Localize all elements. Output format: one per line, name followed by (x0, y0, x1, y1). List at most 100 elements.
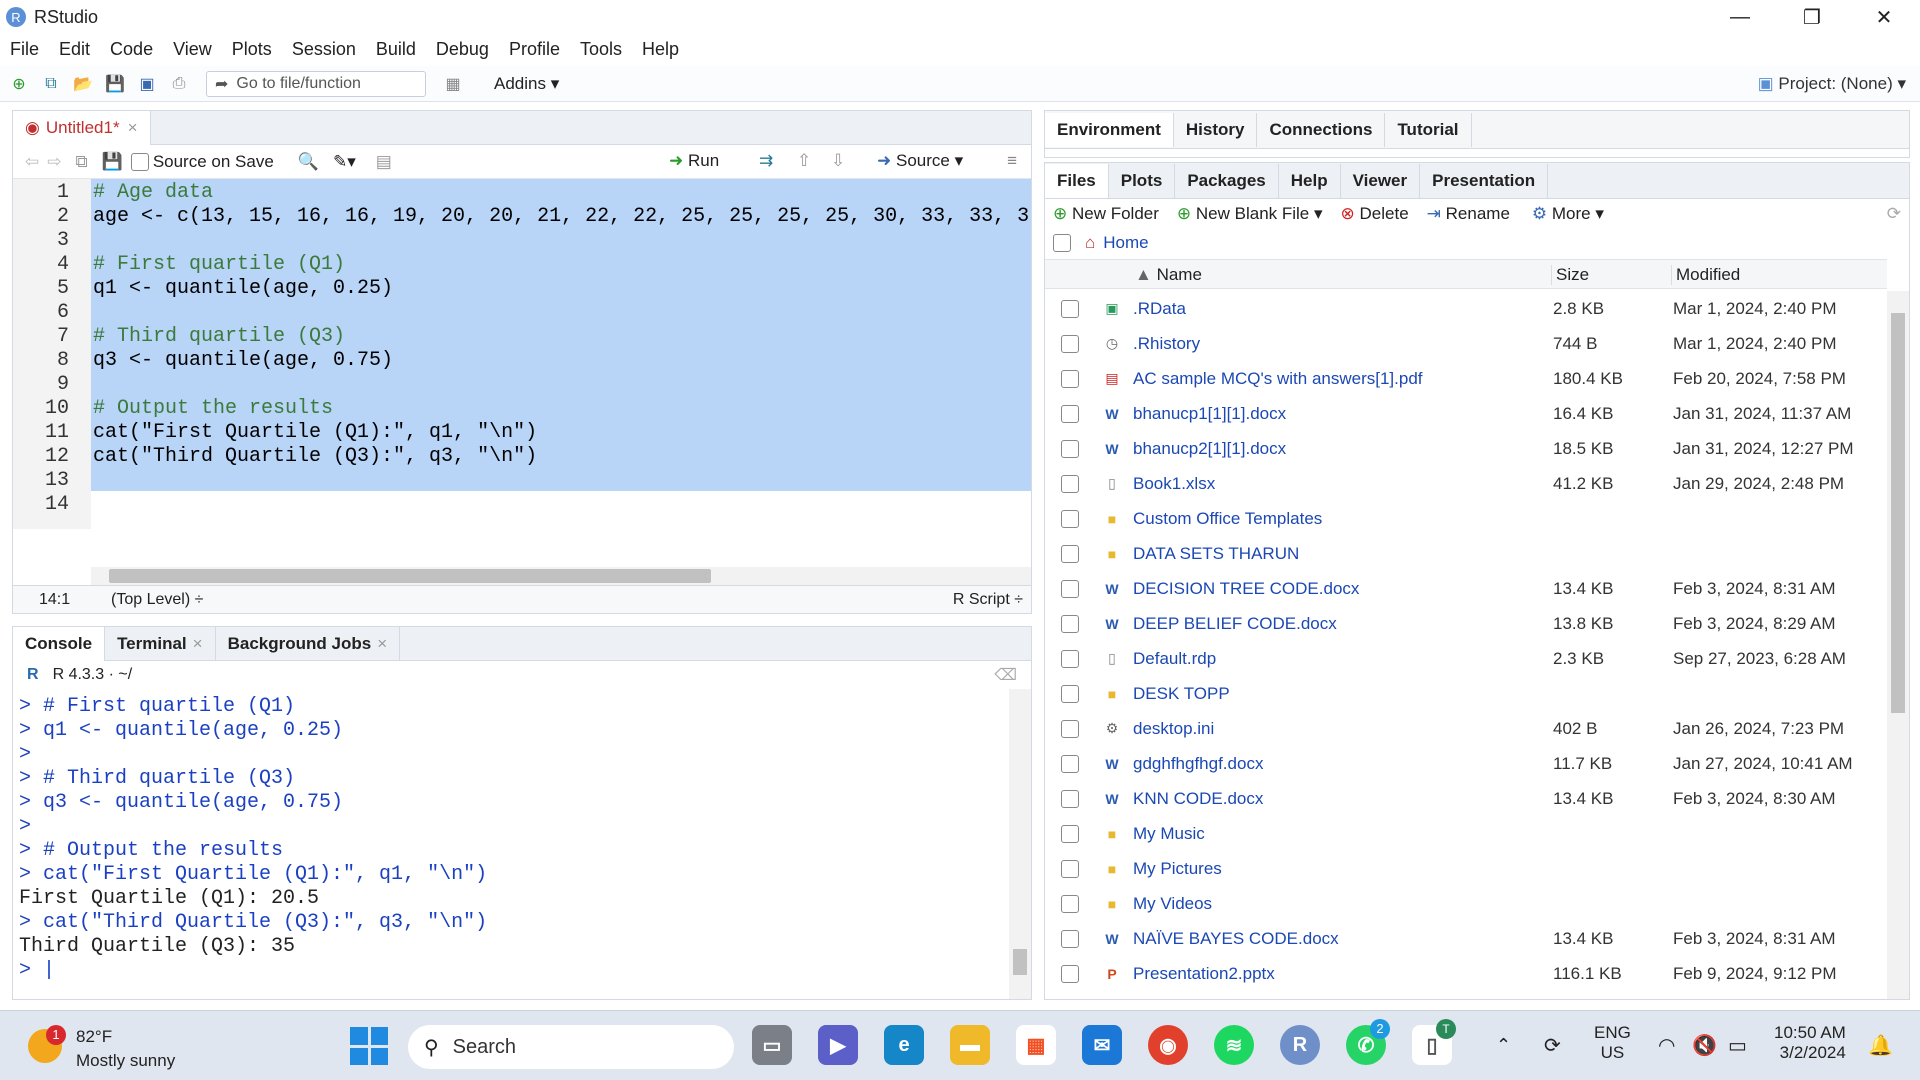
file-name[interactable]: .RData (1133, 299, 1186, 319)
editor-hscroll-thumb[interactable] (109, 569, 711, 583)
file-row[interactable]: Wbhanucp2[1][1].docx 18.5 KB Jan 31, 2024,… (1045, 431, 1885, 466)
file-row[interactable]: ▣ .RData 2.8 KB Mar 1, 2024, 2:40 PM (1045, 291, 1885, 326)
file-row[interactable]: ■ My Music (1045, 816, 1885, 851)
file-row[interactable]: ■ My Videos (1045, 886, 1885, 921)
source-on-save-checkbox[interactable] (130, 152, 149, 171)
menu-profile[interactable]: Profile (509, 39, 560, 60)
files-vscroll-thumb[interactable] (1891, 313, 1905, 713)
file-name[interactable]: KNN CODE.docx (1133, 789, 1263, 809)
file-row[interactable]: ⚙ desktop.ini 402 B Jan 26, 2024, 7:23 PM (1045, 711, 1885, 746)
minimize-icon[interactable]: — (1704, 0, 1776, 34)
new-project-icon[interactable]: ⧉ (40, 73, 62, 95)
file-row[interactable]: Wbhanucp1[1][1].docx 16.4 KB Jan 31, 2024,… (1045, 396, 1885, 431)
weather-widget[interactable]: 1 82°F Mostly sunny (28, 1021, 228, 1071)
tab-environment[interactable]: Environment (1045, 112, 1174, 147)
show-hidden-icons[interactable]: ⌃ (1496, 1035, 1511, 1056)
editor-hscrollbar[interactable] (91, 567, 1031, 585)
row-checkbox[interactable] (1061, 404, 1079, 423)
row-checkbox[interactable] (1061, 369, 1079, 388)
console-prompt[interactable]: > | (19, 959, 55, 982)
edge-icon[interactable]: e (884, 1025, 924, 1065)
row-checkbox[interactable] (1061, 334, 1079, 353)
file-row[interactable]: ▯ Book1.xlsx 41.2 KB Jan 29, 2024, 2:48 PM (1045, 466, 1885, 501)
file-row[interactable]: ■ DATA SETS THARUN (1045, 536, 1885, 571)
tab-connections[interactable]: Connections (1257, 112, 1386, 147)
file-name[interactable]: Custom Office Templates (1133, 509, 1322, 529)
file-name[interactable]: DECISION TREE CODE.docx (1133, 579, 1359, 599)
file-row[interactable]: ▯ Default.rdp 2.3 KB Sep 27, 2023, 6:28 AM (1045, 641, 1885, 676)
file-name[interactable]: DATA SETS THARUN (1133, 544, 1299, 564)
file-name[interactable]: Presentation2.pptx (1133, 964, 1275, 984)
file-name[interactable]: My Pictures (1133, 859, 1222, 879)
project-menu[interactable]: ▣ Project: (None) ▾ (1758, 74, 1906, 94)
row-checkbox[interactable] (1061, 824, 1079, 843)
menu-edit[interactable]: Edit (59, 39, 90, 60)
file-name[interactable]: bhanucp2[1][1].docx (1133, 439, 1286, 459)
console-vscrollbar[interactable] (1009, 689, 1031, 999)
start-icon[interactable] (350, 1027, 388, 1065)
home-icon[interactable]: ⌂ (1085, 233, 1095, 253)
outline-icon[interactable]: ▤ (376, 152, 392, 172)
file-name[interactable]: My Videos (1133, 894, 1212, 914)
row-checkbox[interactable] (1061, 544, 1079, 563)
file-type-selector[interactable]: R Script ÷ (953, 591, 1023, 609)
new-file-icon[interactable]: ⊕ (8, 73, 30, 95)
scope-selector[interactable]: (Top Level) ÷ (111, 591, 203, 609)
file-row[interactable]: ■ Custom Office Templates (1045, 501, 1885, 536)
row-checkbox[interactable] (1061, 719, 1079, 738)
file-name[interactable]: AC sample MCQ's with answers[1].pdf (1133, 369, 1423, 389)
row-checkbox[interactable] (1061, 649, 1079, 668)
spotify-icon[interactable]: ≋ (1214, 1025, 1254, 1065)
file-row[interactable]: W DECISION TREE CODE.docx 13.4 KB Feb 3, 20… (1045, 571, 1885, 606)
notification-bell-icon[interactable]: 🔔 (1868, 1033, 1893, 1058)
file-row[interactable]: W NAÏVE BAYES CODE.docx 13.4 KB Feb 3, 2024… (1045, 921, 1885, 956)
maximize-icon[interactable]: ❐ (1776, 0, 1848, 34)
goto-file-input[interactable]: ➦ Go to file/function (206, 70, 426, 97)
run-button[interactable]: ➜ Run (669, 151, 719, 171)
save-icon[interactable]: 💾 (104, 73, 126, 95)
tab-help[interactable]: Help (1279, 163, 1341, 198)
file-name[interactable]: desktop.ini (1133, 719, 1214, 739)
save-doc-icon[interactable]: 💾 (102, 152, 123, 172)
row-checkbox[interactable] (1061, 754, 1079, 773)
close-jobs-icon[interactable]: × (377, 634, 387, 654)
code-editor[interactable]: 1 2 3 4 5 6 7 8 9 10 11 12 13 14 # Age d… (13, 179, 1031, 529)
mail-icon[interactable]: ✉ (1082, 1025, 1122, 1065)
forward-icon[interactable]: ⇨ (47, 152, 61, 172)
tab-console[interactable]: Console (13, 626, 106, 661)
wifi-icon[interactable]: ◠ (1658, 1033, 1675, 1058)
tab-presentation[interactable]: Presentation (1420, 163, 1549, 198)
close-tab-icon[interactable]: × (128, 118, 138, 138)
console-output[interactable]: > # First quartile (Q1) > q1 <- quantile… (13, 689, 1009, 999)
row-checkbox[interactable] (1061, 509, 1079, 528)
chrome-icon[interactable]: ◉ (1148, 1025, 1188, 1065)
source-button[interactable]: ➜ Source ▾ (877, 151, 963, 171)
file-name[interactable]: NAÏVE BAYES CODE.docx (1133, 929, 1339, 949)
go-down-icon[interactable]: ⇩ (831, 151, 845, 171)
file-name[interactable]: bhanucp1[1][1].docx (1133, 404, 1286, 424)
rename-button[interactable]: ⇥ Rename (1427, 204, 1510, 224)
file-row[interactable]: Wgdghfhgfhgf.docx 11.7 KB Jan 27, 2024, 10… (1045, 746, 1885, 781)
taskbar-search[interactable]: ⚲ Search (408, 1025, 734, 1069)
ms-store-icon[interactable]: ▦ (1016, 1025, 1056, 1065)
rstudio-taskbar-icon[interactable]: R (1280, 1025, 1320, 1065)
size-header[interactable]: Size (1551, 265, 1589, 285)
sync-icon[interactable]: ⟳ (1544, 1033, 1561, 1058)
row-checkbox[interactable] (1061, 439, 1079, 458)
menu-view[interactable]: View (173, 39, 212, 60)
more-button[interactable]: ⚙ More ▾ (1532, 204, 1604, 224)
clear-console-icon[interactable]: ⌫ (994, 665, 1017, 685)
new-blank-file-button[interactable]: ⊕ New Blank File ▾ (1177, 204, 1323, 224)
row-checkbox[interactable] (1061, 894, 1079, 913)
file-row[interactable]: P Presentation2.pptx 116.1 KB Feb 9, 2024, … (1045, 956, 1885, 991)
back-icon[interactable]: ⇦ (25, 152, 39, 172)
print-icon[interactable]: ⎙ (168, 73, 190, 95)
menu-code[interactable]: Code (110, 39, 153, 60)
menu-build[interactable]: Build (376, 39, 416, 60)
menu-file[interactable]: File (10, 39, 39, 60)
tab-files[interactable]: Files (1045, 163, 1109, 198)
language-indicator[interactable]: ENG US (1594, 1023, 1631, 1063)
new-folder-button[interactable]: ⊕ New Folder (1053, 204, 1159, 224)
menu-session[interactable]: Session (292, 39, 356, 60)
tab-background-jobs[interactable]: Background Jobs × (216, 626, 401, 661)
